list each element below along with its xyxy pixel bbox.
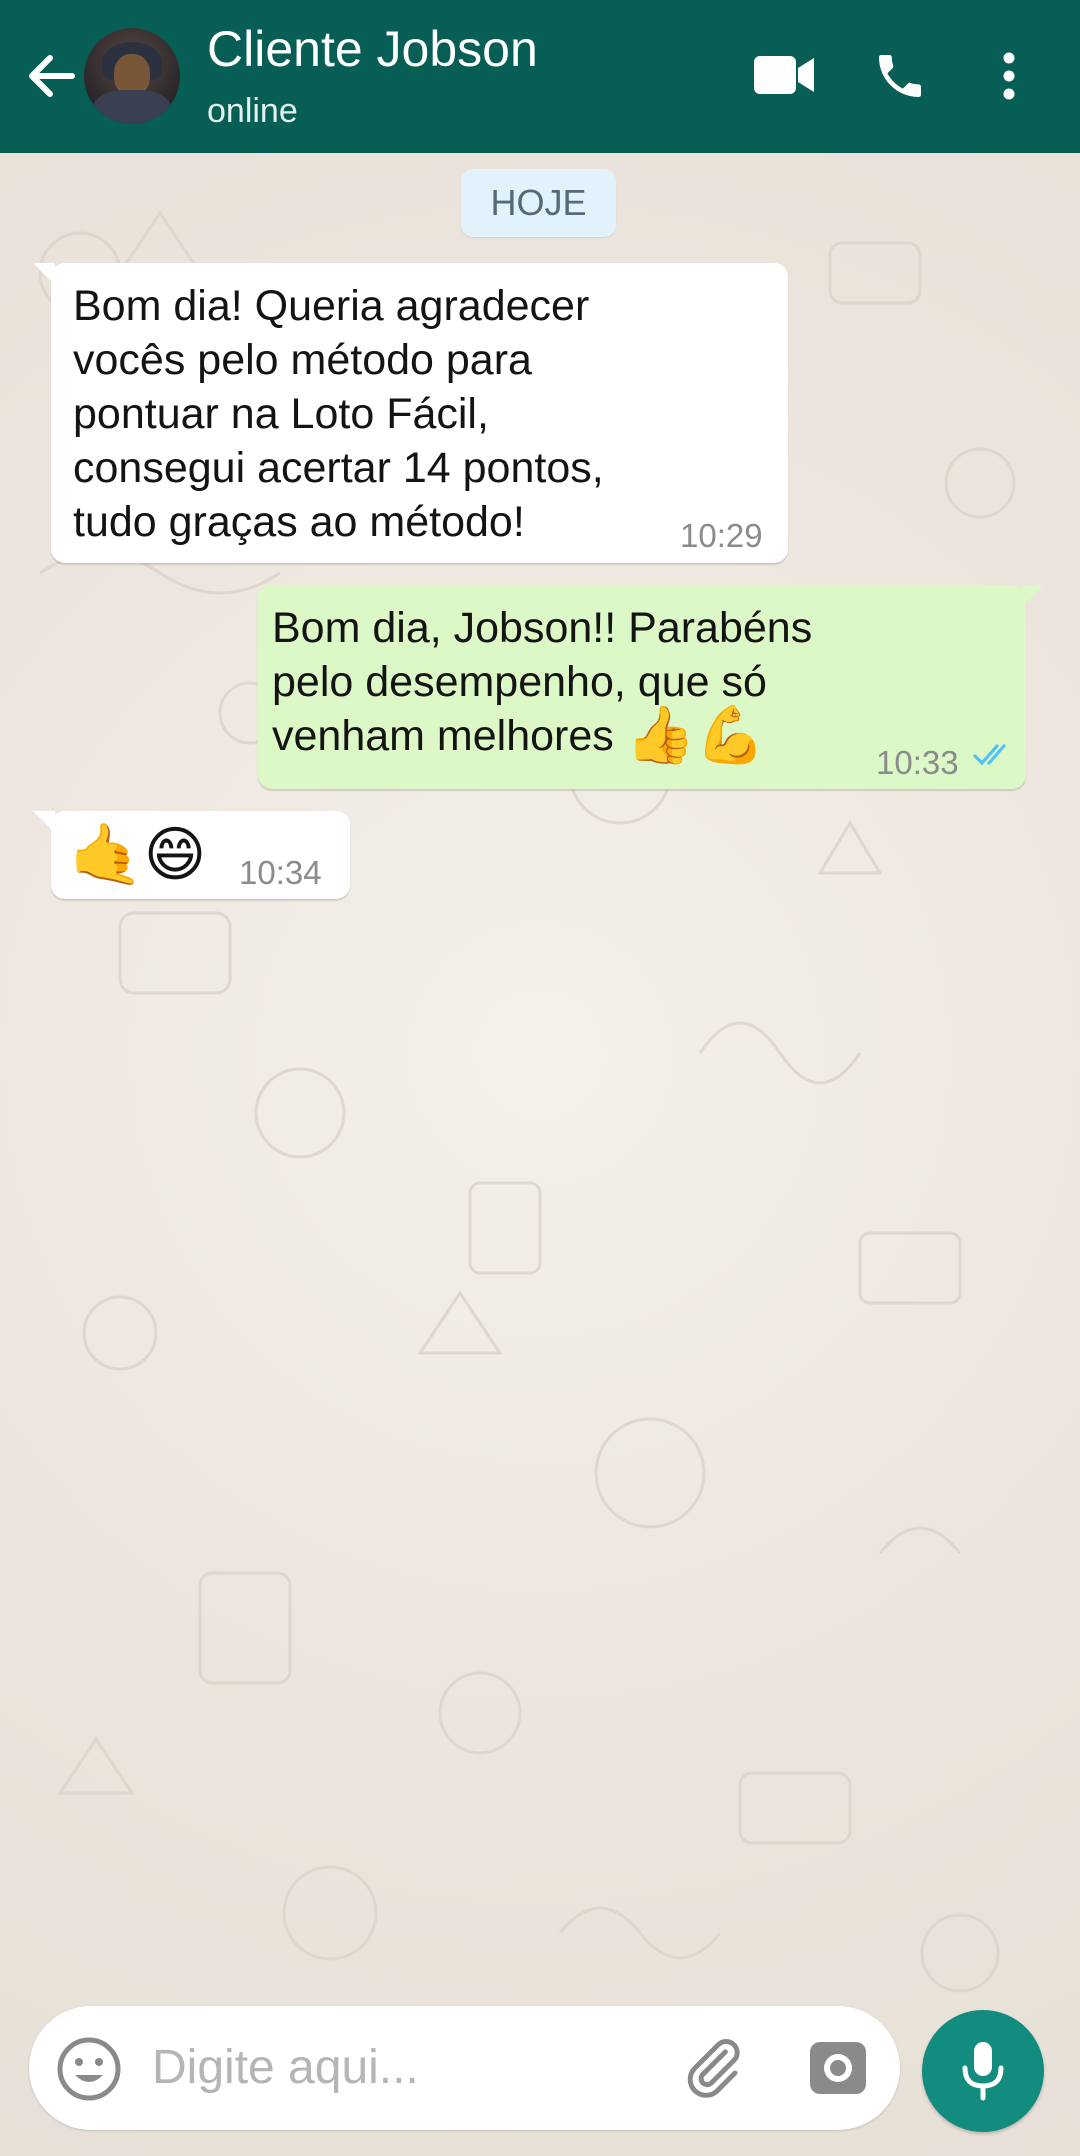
message-input[interactable]: Digite aqui... — [152, 2040, 419, 2095]
message-incoming[interactable]: 🤙😄 10:34 — [33, 811, 350, 899]
chat-header: Cliente Jobson online — [0, 0, 1080, 153]
back-arrow-icon[interactable] — [22, 46, 78, 106]
phone-icon[interactable] — [872, 48, 928, 104]
message-incoming[interactable]: Bom dia! Queria agradecer vocês pelo mét… — [33, 263, 788, 563]
attach-icon[interactable] — [680, 2034, 746, 2100]
date-chip: HOJE — [461, 169, 616, 237]
avatar[interactable] — [84, 28, 180, 124]
camera-icon[interactable] — [808, 2040, 868, 2096]
message-time: 10:33 — [876, 744, 959, 781]
video-call-icon[interactable] — [752, 52, 816, 98]
emoji-icon[interactable] — [55, 2035, 123, 2103]
contact-name[interactable]: Cliente Jobson — [207, 20, 538, 78]
mic-button[interactable] — [922, 2010, 1044, 2132]
message-outgoing[interactable]: Bom dia, Jobson!! Parabéns pelo desempen… — [258, 585, 1044, 789]
message-emojis: 👍💪 — [625, 703, 766, 766]
message-time: 10:29 — [680, 517, 763, 554]
more-vert-icon[interactable] — [998, 52, 1020, 100]
message-emojis: 🤙😄 — [69, 821, 207, 888]
contact-status: online — [207, 92, 298, 130]
mic-icon — [962, 2042, 1004, 2101]
double-check-read-icon — [973, 744, 1006, 766]
message-time: 10:34 — [239, 854, 322, 891]
message-text: Bom dia! Queria agradecer vocês pelo mét… — [73, 282, 604, 546]
